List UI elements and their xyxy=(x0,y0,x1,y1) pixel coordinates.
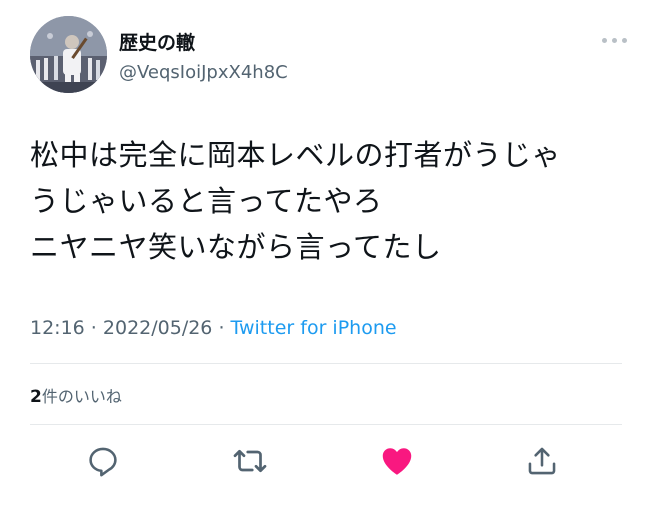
tweet-text: 松中は完全に岡本レベルの打者がうじゃ うじゃいると言ってたやろ ニヤニヤ笑いなが… xyxy=(30,132,630,270)
avatar[interactable] xyxy=(30,16,107,93)
share-button[interactable] xyxy=(522,441,562,481)
like-count: 2 xyxy=(30,387,42,407)
tweet-meta: 12:16 · 2022/05/26 · Twitter for iPhone xyxy=(30,317,397,339)
tweet-header: 歴史の轍 @VeqsIoiJpxX4h8C xyxy=(30,16,630,98)
more-icon[interactable] xyxy=(602,38,628,44)
retweet-icon xyxy=(233,449,267,473)
avatar-image xyxy=(30,16,107,93)
reply-icon xyxy=(89,447,117,477)
action-bar xyxy=(0,441,650,481)
tweet-date[interactable]: 2022/05/26 xyxy=(103,317,213,339)
tweet-line: ニヤニヤ笑いながら言ってたし xyxy=(30,230,442,264)
retweet-button[interactable] xyxy=(230,441,270,481)
divider xyxy=(30,363,622,364)
like-button[interactable] xyxy=(377,441,417,481)
divider xyxy=(30,424,622,425)
meta-separator: · xyxy=(84,317,103,339)
tweet-line: うじゃいると言ってたやろ xyxy=(30,184,383,218)
heart-icon xyxy=(382,448,412,475)
share-icon xyxy=(528,447,556,475)
tweet-source[interactable]: Twitter for iPhone xyxy=(231,317,397,339)
display-name[interactable]: 歴史の轍 xyxy=(119,28,195,55)
meta-separator: · xyxy=(212,317,231,339)
user-handle[interactable]: @VeqsIoiJpxX4h8C xyxy=(119,62,288,83)
like-count-label: 件のいいね xyxy=(41,387,122,406)
tweet-time[interactable]: 12:16 xyxy=(30,317,85,339)
reply-button[interactable] xyxy=(83,441,123,481)
like-count-row[interactable]: 2件のいいね xyxy=(30,383,122,407)
tweet-line: 松中は完全に岡本レベルの打者がうじゃ xyxy=(30,138,562,172)
